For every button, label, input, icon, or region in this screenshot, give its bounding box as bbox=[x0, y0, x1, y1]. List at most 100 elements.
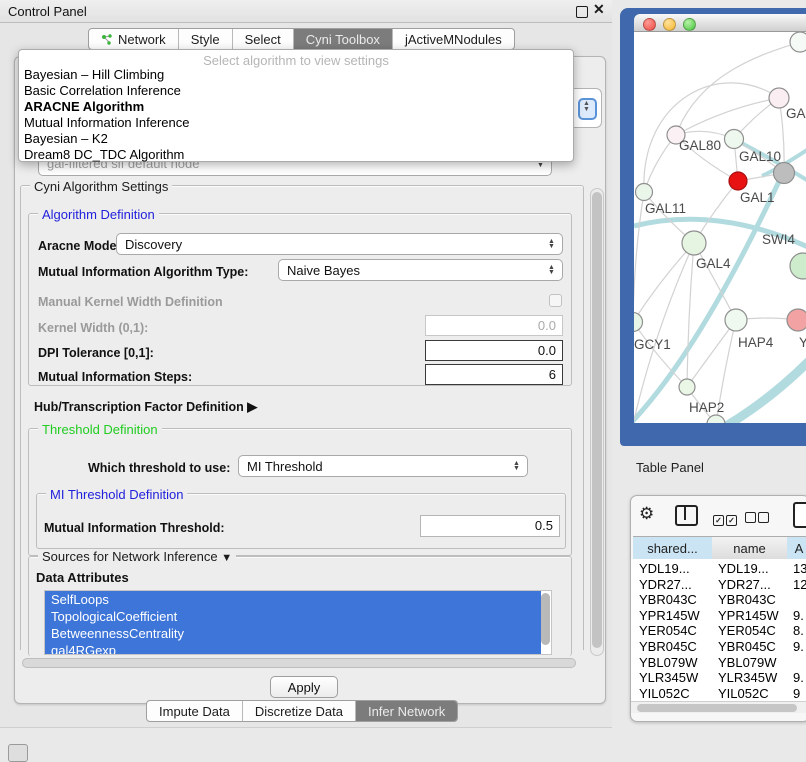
tab-cyni-toolbox[interactable]: Cyni Toolbox bbox=[294, 29, 393, 49]
hub-definition-expander[interactable]: Hub/Transcription Factor Definition ▶ bbox=[34, 399, 257, 415]
network-graph bbox=[634, 32, 806, 423]
tab-select[interactable]: Select bbox=[233, 29, 294, 49]
settings-vscrollbar-thumb[interactable] bbox=[592, 192, 602, 648]
table-row[interactable]: YDL19... YDL19... 13 bbox=[631, 561, 806, 577]
node-gal4[interactable] bbox=[682, 231, 706, 255]
network-node-label: HAP2 bbox=[689, 400, 724, 415]
mi-threshold-field[interactable]: 0.5 bbox=[420, 515, 560, 537]
table-row[interactable]: YLR345W YLR345W 9. bbox=[631, 670, 806, 686]
node-gray[interactable] bbox=[774, 163, 795, 184]
network-node-label: GAL1 bbox=[740, 190, 775, 205]
data-attributes-label: Data Attributes bbox=[36, 570, 129, 585]
node-gal10[interactable] bbox=[725, 130, 744, 149]
apply-label: Apply bbox=[288, 680, 321, 695]
attribute-betweennesscentrality[interactable]: BetweennessCentrality bbox=[45, 625, 541, 642]
mi-type-combo[interactable]: Naive Bayes ▲▼ bbox=[278, 259, 563, 281]
table-row[interactable]: YIL052C YIL052C 9 bbox=[631, 686, 806, 701]
node-gcy1[interactable] bbox=[634, 313, 643, 332]
close-icon[interactable]: ✕ bbox=[593, 1, 605, 18]
column-header-name[interactable]: name bbox=[712, 536, 788, 561]
table-hscrollbar-thumb[interactable] bbox=[637, 704, 797, 712]
tab-impute-data[interactable]: Impute Data bbox=[147, 701, 243, 721]
mi-steps-field[interactable]: 6 bbox=[425, 364, 563, 385]
aracne-mode-combo[interactable]: Discovery ▲▼ bbox=[116, 233, 563, 255]
tab-discretize-data[interactable]: Discretize Data bbox=[243, 701, 356, 721]
table-row[interactable]: YBR045C YBR045C 9. bbox=[631, 639, 806, 655]
mi-threshold-label: Mutual Information Threshold: bbox=[44, 521, 225, 535]
network-window-titlebar[interactable] bbox=[634, 14, 806, 32]
algorithm-option-aracne[interactable]: ARACNE Algorithm bbox=[24, 99, 144, 114]
table-hscrollbar[interactable] bbox=[631, 701, 806, 713]
zoom-traffic-light[interactable] bbox=[683, 18, 696, 31]
settings-hscrollbar[interactable] bbox=[22, 658, 576, 668]
mi-steps-label: Mutual Information Steps: bbox=[38, 370, 192, 384]
expander-down-icon: ▼ bbox=[221, 552, 232, 564]
attribute-topologicalcoefficient[interactable]: TopologicalCoefficient bbox=[45, 608, 541, 625]
sources-expander[interactable]: Sources for Network Inference ▼ bbox=[38, 549, 236, 564]
network-canvas[interactable]: GAL GAL80 GAL10 GAL1 GAL11 SWI4 GAL4 GCY… bbox=[634, 32, 806, 423]
node-swi4[interactable] bbox=[790, 253, 806, 279]
algorithm-option-bayesian-hill[interactable]: Bayesian – Hill Climbing bbox=[24, 67, 164, 82]
deselect-all-columns-icon[interactable] bbox=[745, 510, 771, 528]
float-window-icon[interactable] bbox=[576, 6, 588, 18]
tab-infer-network[interactable]: Infer Network bbox=[356, 701, 457, 721]
tab-style[interactable]: Style bbox=[179, 29, 233, 49]
algorithm-option-bayesian-k2[interactable]: Bayesian – K2 bbox=[24, 131, 108, 146]
tab-network[interactable]: Network bbox=[89, 29, 179, 49]
manual-kernel-checkbox[interactable] bbox=[549, 294, 562, 307]
mi-type-value: Naive Bayes bbox=[287, 263, 360, 278]
table-row[interactable]: YBR043C YBR043C bbox=[631, 592, 806, 608]
dpi-tolerance-field[interactable]: 0.0 bbox=[425, 340, 563, 361]
network-node-label: HAP4 bbox=[738, 335, 773, 350]
settings-vscrollbar[interactable] bbox=[590, 188, 604, 656]
minimize-traffic-light[interactable] bbox=[663, 18, 676, 31]
algorithm-placeholder: Select algorithm to view settings bbox=[19, 53, 573, 68]
table-panel-title: Table Panel bbox=[636, 460, 704, 475]
network-node-label: GAL4 bbox=[696, 256, 731, 271]
node-top-right[interactable] bbox=[790, 32, 806, 52]
apply-button[interactable]: Apply bbox=[270, 676, 338, 698]
settings-gear-icon[interactable]: ⚙ bbox=[639, 504, 654, 524]
new-table-icon[interactable] bbox=[793, 502, 806, 528]
network-node-label: GAL10 bbox=[739, 149, 781, 164]
list-scrollbar-thumb[interactable] bbox=[541, 593, 550, 645]
attribute-selfloops[interactable]: SelfLoops bbox=[45, 591, 541, 608]
split-columns-icon[interactable] bbox=[675, 505, 698, 526]
node-salmon[interactable] bbox=[787, 309, 806, 331]
node-hap4[interactable] bbox=[725, 309, 747, 331]
select-all-columns-icon[interactable]: ✓✓ bbox=[713, 510, 739, 528]
attribute-gal4rgexp[interactable]: gal4RGexp bbox=[45, 642, 541, 655]
kernel-width-field[interactable]: 0.0 bbox=[425, 315, 563, 336]
panel-title: Control Panel bbox=[8, 4, 87, 19]
node-hap2[interactable] bbox=[679, 379, 695, 395]
algorithm-definition-title: Algorithm Definition bbox=[38, 207, 159, 222]
expander-right-icon: ▶ bbox=[247, 399, 257, 414]
control-panel-tabs: Network Style Select Cyni Toolbox jActiv… bbox=[88, 28, 515, 50]
minimized-panel-icon[interactable] bbox=[8, 744, 28, 762]
tab-jactivemnodules[interactable]: jActiveMNodules bbox=[393, 29, 514, 49]
column-header-clipped[interactable]: A bbox=[787, 536, 806, 561]
algorithm-option-dream8[interactable]: Dream8 DC_TDC Algorithm bbox=[24, 147, 184, 162]
kernel-width-label: Kernel Width (0,1): bbox=[38, 321, 148, 335]
control-panel: Control Panel ✕ Network Style Select Cyn… bbox=[0, 0, 612, 728]
table-row[interactable]: YER054C YER054C 8. bbox=[631, 623, 806, 639]
network-node-label: GAL bbox=[786, 106, 806, 121]
mi-threshold-group-title: MI Threshold Definition bbox=[46, 487, 187, 502]
tab-network-label: Network bbox=[118, 32, 166, 47]
column-header-shared-name[interactable]: shared... bbox=[633, 536, 713, 561]
which-threshold-combo[interactable]: MI Threshold ▲▼ bbox=[238, 455, 528, 477]
network-node-label: SWI4 bbox=[762, 232, 795, 247]
table-row[interactable]: YPR145W YPR145W 9. bbox=[631, 608, 806, 624]
algorithm-option-basic-correlation[interactable]: Basic Correlation Inference bbox=[24, 83, 181, 98]
table-row[interactable]: YDR27... YDR27... 12 bbox=[631, 577, 806, 593]
cyni-mode-tabs: Impute Data Discretize Data Infer Networ… bbox=[146, 700, 458, 722]
combo-spinner-focused[interactable]: ▲▼ bbox=[578, 98, 597, 120]
table-row[interactable]: YBL079W YBL079W bbox=[631, 655, 806, 671]
node-gal1-red[interactable] bbox=[729, 172, 747, 190]
table-body: YDL19... YDL19... 13 YDR27... YDR27... 1… bbox=[631, 559, 806, 701]
node-gal11[interactable] bbox=[636, 184, 653, 201]
node-gal-pink[interactable] bbox=[769, 88, 789, 108]
close-traffic-light[interactable] bbox=[643, 18, 656, 31]
algorithm-option-mutual-information[interactable]: Mutual Information Inference bbox=[24, 115, 189, 130]
combo-arrows-icon: ▲▼ bbox=[545, 237, 558, 251]
